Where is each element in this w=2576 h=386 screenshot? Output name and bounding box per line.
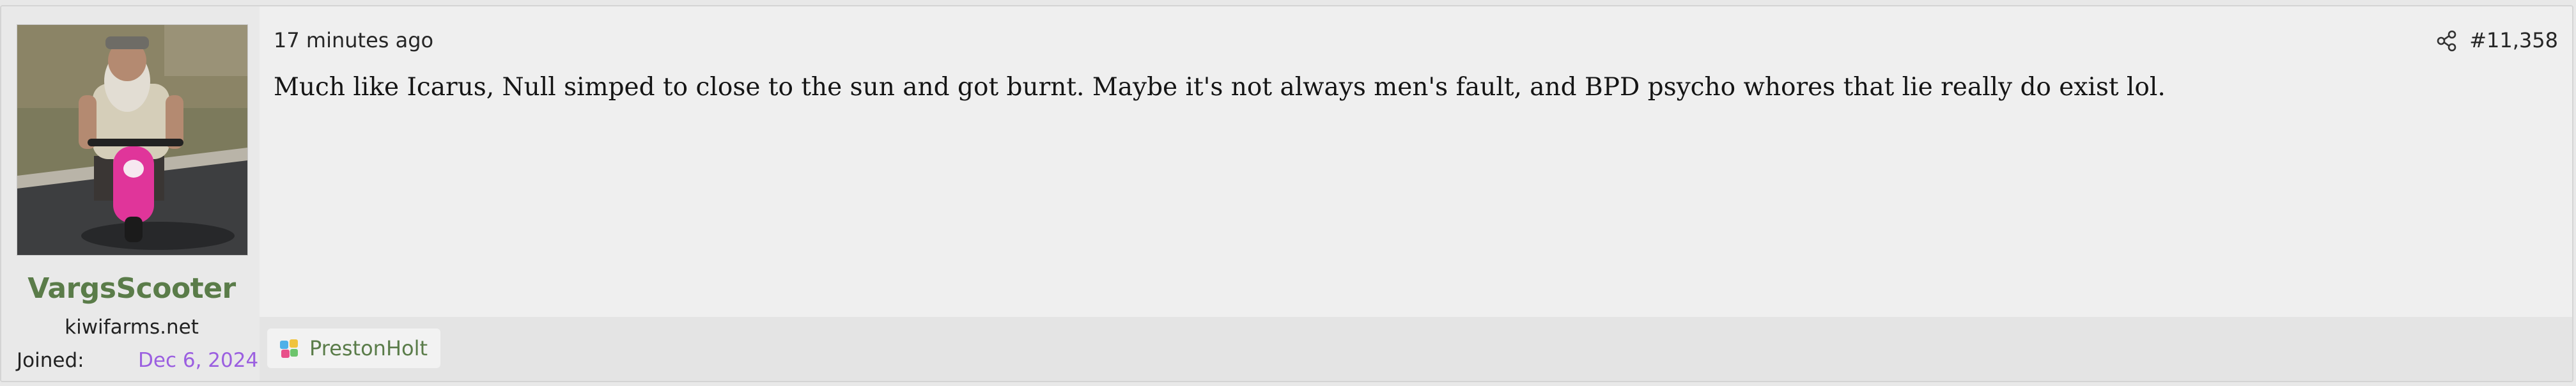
post-timestamp[interactable]: 17 minutes ago <box>274 28 433 52</box>
post: VargsScooter kiwifarms.net Joined: Dec 6… <box>0 5 2573 382</box>
reaction-username[interactable]: PrestonHolt <box>309 336 428 360</box>
reactions-bar: PrestonHolt <box>260 317 2572 381</box>
user-info-panel: VargsScooter kiwifarms.net Joined: Dec 6… <box>1 6 260 381</box>
joined-date: Dec 6, 2024 <box>138 349 259 372</box>
post-number[interactable]: #11,358 <box>2469 28 2558 52</box>
post-main: 17 minutes ago #11,358 Much like Icarus,… <box>260 6 2572 381</box>
multicolor-sticker-icon <box>280 339 298 358</box>
avatar-photo <box>17 25 247 255</box>
reaction-item[interactable]: PrestonHolt <box>267 328 441 368</box>
username[interactable]: VargsScooter <box>1 272 262 305</box>
post-message: Much like Icarus, Null simped to close t… <box>274 73 2166 102</box>
avatar[interactable] <box>17 24 248 256</box>
share-icon[interactable] <box>2435 29 2458 52</box>
user-title: kiwifarms.net <box>65 316 199 339</box>
joined-label: Joined: <box>17 349 84 372</box>
